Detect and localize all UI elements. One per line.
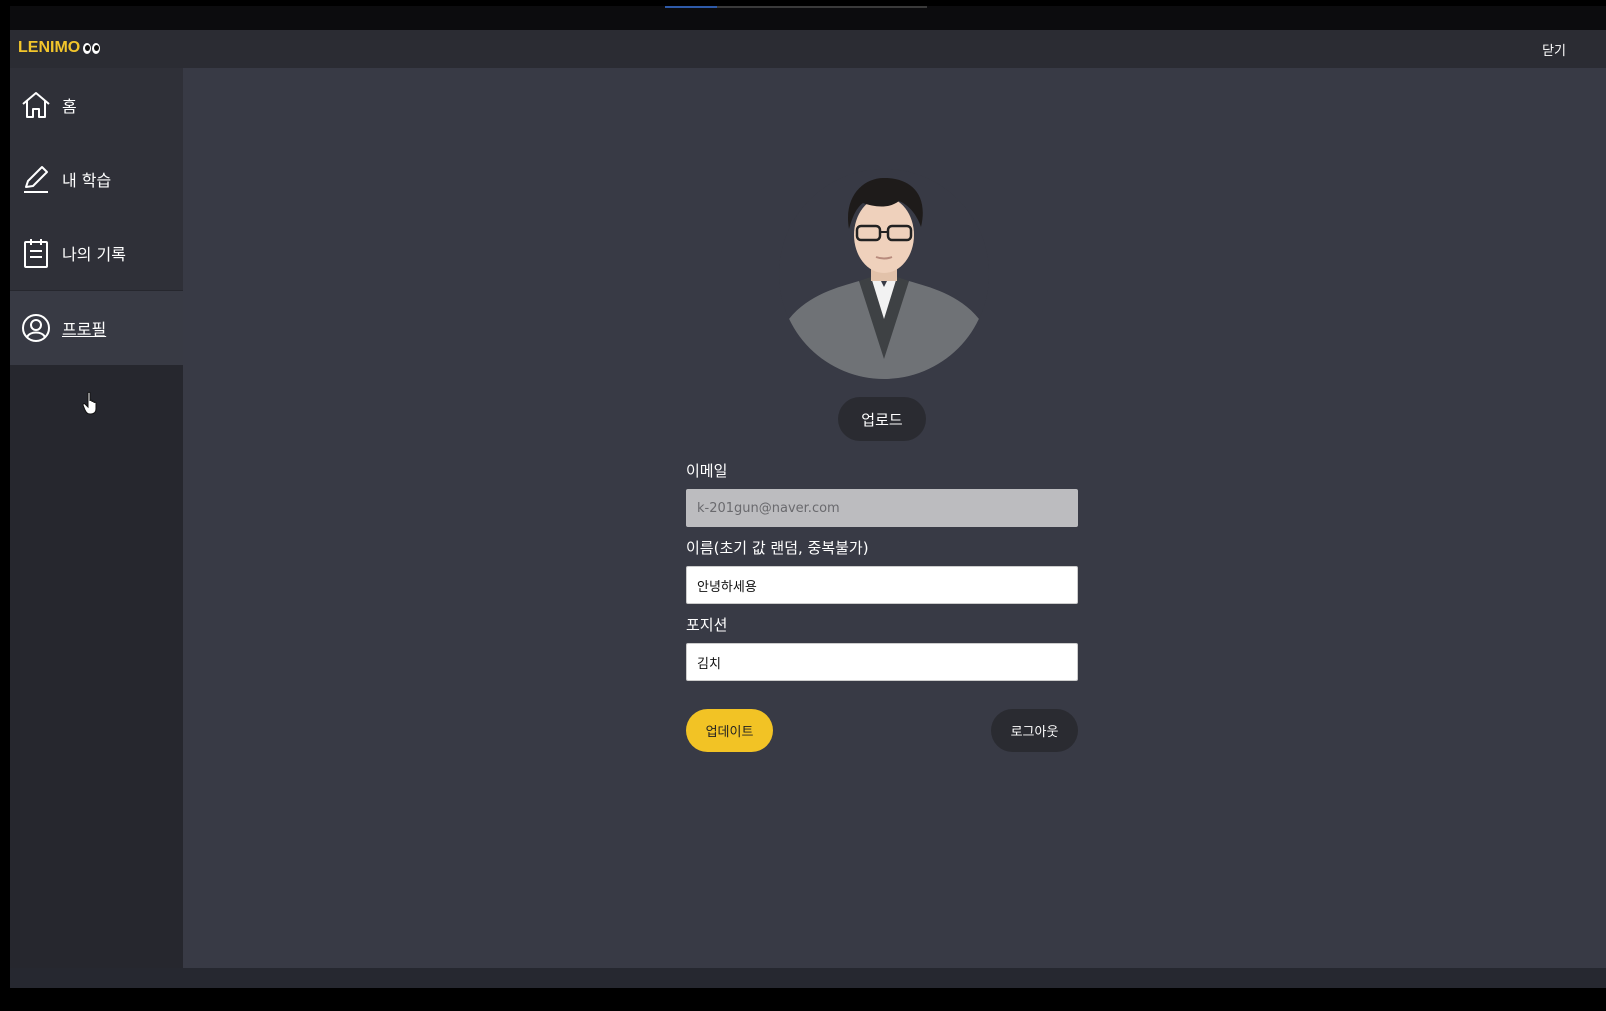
position-field[interactable] <box>686 643 1078 681</box>
tab-indicator-secondary <box>717 6 927 8</box>
sidebar-item-profile[interactable]: 프로필 <box>10 291 183 365</box>
name-field[interactable] <box>686 566 1078 604</box>
sidebar-item-label: 나의 기록 <box>62 245 126 264</box>
home-icon <box>20 89 52 121</box>
clipboard-icon <box>20 237 52 269</box>
sidebar-item-home[interactable]: 홈 <box>10 68 183 142</box>
header: LENIMO 닫기 <box>10 30 1606 68</box>
pencil-icon <box>20 163 52 195</box>
update-button[interactable]: 업데이트 <box>686 709 773 752</box>
position-label: 포지션 <box>686 616 728 634</box>
logo[interactable]: LENIMO <box>18 39 101 57</box>
app-window: LENIMO 닫기 홈 내 학습 나의 기록 프로필 업로드 이메일 k-201… <box>10 6 1606 988</box>
sidebar-item-my-learning[interactable]: 내 학습 <box>10 142 183 216</box>
tab-indicator <box>665 6 717 8</box>
upload-button[interactable]: 업로드 <box>838 397 926 441</box>
sidebar-item-label: 내 학습 <box>62 171 112 190</box>
browser-top-bar <box>10 6 1606 30</box>
profile-panel: 업로드 이메일 이름(초기 값 랜덤, 중복불가) 포지션 업데이트 로그아웃 <box>183 68 1606 968</box>
sidebar: 홈 내 학습 나의 기록 프로필 <box>10 68 183 968</box>
email-field[interactable] <box>686 489 1078 527</box>
name-label: 이름(초기 값 랜덤, 중복불가) <box>686 539 869 557</box>
user-circle-icon <box>20 312 52 344</box>
hand-cursor-icon <box>82 391 97 415</box>
sidebar-item-my-records[interactable]: 나의 기록 <box>10 216 183 290</box>
close-button[interactable]: 닫기 <box>1542 40 1566 59</box>
sidebar-item-label: 프로필 <box>62 320 107 339</box>
logo-text: LENIMO <box>18 39 81 56</box>
logo-eyes-icon <box>82 42 101 54</box>
logout-button[interactable]: 로그아웃 <box>991 709 1078 752</box>
sidebar-item-label: 홈 <box>62 97 77 116</box>
profile-avatar <box>779 169 989 379</box>
email-label: 이메일 <box>686 462 728 480</box>
